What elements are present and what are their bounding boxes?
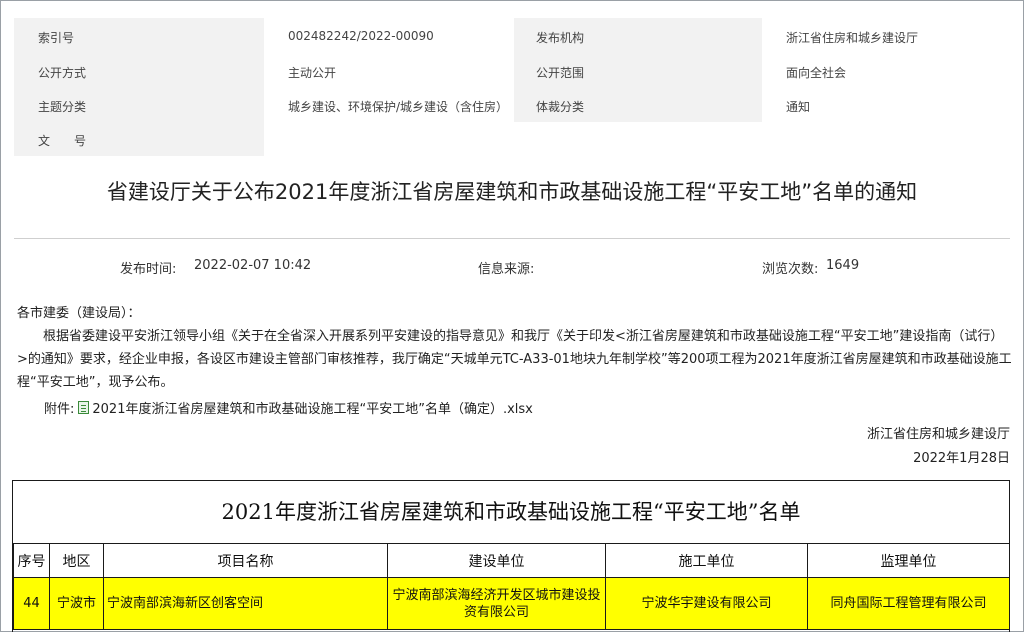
genre-value: 通知	[786, 100, 811, 114]
open-mode-value: 主动公开	[288, 66, 337, 80]
cell-region: 宁波市	[49, 577, 104, 630]
index-label: 索引号	[38, 31, 75, 45]
cell-contractor: 宁波华宇建设有限公司	[605, 577, 808, 630]
excel-file-icon	[78, 401, 90, 414]
table-row: 44 宁波市 宁波南部滨海新区创客空间 宁波南部滨海经济开发区城市建设投资有限公…	[13, 577, 1010, 630]
body-paragraph: 根据省委建设平安浙江领导小组《关于在全省深入开展系列平安建设的指导意见》和我厅《…	[17, 329, 1012, 390]
cell-seq: 44	[13, 577, 50, 630]
genre-label: 体裁分类	[536, 100, 585, 114]
cell-supervisor: 同舟国际工程管理有限公司	[807, 577, 1010, 630]
attachment-label: 附件:	[44, 402, 75, 417]
header-contractor: 施工单位	[605, 543, 808, 578]
header-project: 项目名称	[103, 543, 388, 578]
list-title: 2021年度浙江省房屋建筑和市政基础设施工程“平安工地”名单	[221, 500, 801, 524]
topic-label: 主题分类	[38, 100, 87, 114]
header-region: 地区	[49, 543, 104, 578]
header-seq: 序号	[13, 543, 50, 578]
list-table: 序号 地区 项目名称 建设单位 施工单位 监理单位 44 宁波市 宁波南部滨海新…	[13, 543, 1010, 630]
publisher-value: 浙江省住房和城乡建设厅	[786, 31, 919, 45]
doc-no-label: 文 号	[38, 134, 87, 148]
signature-date: 2022年1月28日	[913, 451, 1010, 466]
metadata-table: 索引号 002482242/2022-00090 发布机构 浙江省住房和城乡建设…	[14, 18, 1010, 156]
attachment-link[interactable]: 2021年度浙江省房屋建筑和市政基础设施工程“平安工地”名单（确定）.xlsx	[92, 398, 532, 417]
safe-site-list: 2021年度浙江省房屋建筑和市政基础设施工程“平安工地”名单 序号 地区 项目名…	[12, 480, 1010, 632]
title-divider	[14, 238, 1010, 239]
attachment-line: 附件: 2021年度浙江省房屋建筑和市政基础设施工程“平安工地”名单（确定）.x…	[44, 398, 533, 417]
views-value: 1649	[826, 258, 860, 273]
views-label: 浏览次数:	[762, 262, 819, 277]
header-owner: 建设单位	[387, 543, 606, 578]
open-scope-value: 面向全社会	[786, 66, 847, 80]
open-scope-label: 公开范围	[536, 66, 585, 80]
header-supervisor: 监理单位	[807, 543, 1010, 578]
index-value: 002482242/2022-00090	[288, 29, 434, 43]
open-mode-label: 公开方式	[38, 66, 87, 80]
source-label: 信息来源:	[478, 262, 535, 277]
signature-org: 浙江省住房和城乡建设厅	[866, 427, 1010, 442]
cell-project: 宁波南部滨海新区创客空间	[103, 577, 388, 630]
publish-time-value: 2022-02-07 10:42	[194, 258, 312, 273]
publish-time-label: 发布时间:	[120, 262, 177, 277]
topic-value: 城乡建设、环境保护/城乡建设（含住房）	[288, 100, 509, 114]
cell-owner: 宁波南部滨海经济开发区城市建设投资有限公司	[387, 577, 606, 630]
table-header-row: 序号 地区 项目名称 建设单位 施工单位 监理单位	[13, 543, 1010, 578]
salutation: 各市建委（建设局）：	[17, 306, 141, 321]
page-title: 省建设厅关于公布2021年度浙江省房屋建筑和市政基础设施工程“平安工地”名单的通…	[106, 180, 918, 204]
publisher-label: 发布机构	[536, 31, 585, 45]
